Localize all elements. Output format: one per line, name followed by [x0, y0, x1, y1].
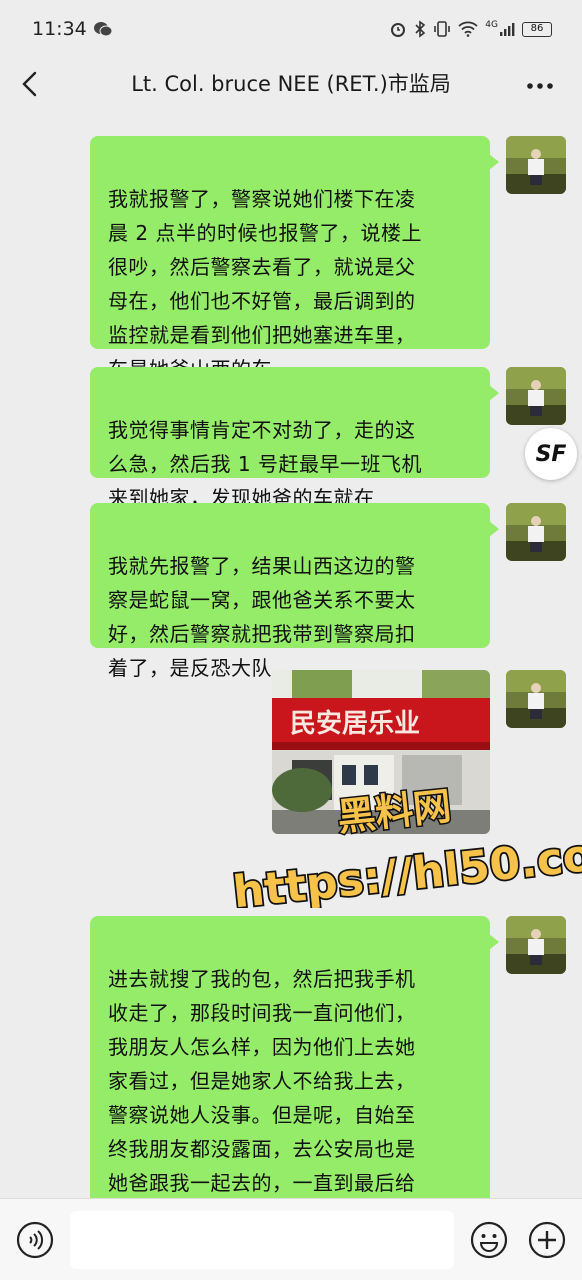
vibrate-icon: [434, 21, 451, 37]
message-bubble[interactable]: 我就先报警了，结果山西这边的警 察是蛇鼠一窝，跟他爸关系不要太 好，然后警察就把…: [90, 503, 499, 680]
emoji-icon[interactable]: [470, 1221, 508, 1259]
chat-header: Lt. Col. bruce NEE (RET.)市监局: [0, 58, 582, 110]
building-sign-text: 民安居乐业: [290, 709, 420, 739]
message-bubble[interactable]: 我就报警了，警察说她们楼下在凌 晨 2 点半的时候也报警了，说楼上 很吵，然后警…: [90, 136, 499, 381]
status-time: 11:34: [32, 18, 87, 40]
bluetooth-icon: [415, 20, 426, 38]
wechat-icon: [93, 22, 113, 37]
sf-label: SF: [535, 441, 567, 467]
message-text: 我觉得事情肯定不对劲了，走的这 么急，然后我 1 号赶最早一班飞机 来到她家，发…: [108, 418, 422, 510]
avatar[interactable]: [506, 503, 566, 561]
status-bar: 11:34 4G 86: [0, 0, 582, 58]
chat-title: Lt. Col. bruce NEE (RET.)市监局: [131, 72, 451, 96]
message-text: 进去就搜了我的包，然后把我手机 收走了，那段时间我一直问他们， 我朋友人怎么样，…: [108, 967, 416, 1195]
avatar[interactable]: [506, 367, 566, 425]
more-options-icon[interactable]: [526, 82, 554, 90]
message-bubble[interactable]: 进去就搜了我的包，然后把我手机 收走了，那段时间我一直问他们， 我朋友人怎么样，…: [90, 916, 499, 1198]
voice-input-icon[interactable]: [16, 1221, 54, 1259]
add-attachment-icon[interactable]: [528, 1221, 566, 1259]
network-type-label: 4G: [485, 20, 498, 30]
battery-level: 86: [530, 22, 544, 34]
message-bubble[interactable]: 我觉得事情肯定不对劲了，走的这 么急，然后我 1 号赶最早一班飞机 来到她家，发…: [90, 367, 499, 510]
avatar[interactable]: [506, 916, 566, 974]
message-input[interactable]: [70, 1211, 454, 1269]
message-list[interactable]: 我就报警了，警察说她们楼下在凌 晨 2 点半的时候也报警了，说楼上 很吵，然后警…: [0, 112, 582, 1198]
battery-icon: 86: [522, 21, 552, 37]
avatar[interactable]: [506, 670, 566, 728]
signal-icon: [500, 23, 515, 36]
message-text: 我就先报警了，结果山西这边的警 察是蛇鼠一窝，跟他爸关系不要太 好，然后警察就把…: [108, 554, 416, 680]
message-text: 我就报警了，警察说她们楼下在凌 晨 2 点半的时候也报警了，说楼上 很吵，然后警…: [108, 187, 422, 381]
sf-express-floating-icon[interactable]: SF: [525, 428, 577, 480]
chat-input-bar: [0, 1198, 582, 1280]
alarm-icon: [391, 23, 406, 37]
back-arrow-icon[interactable]: [18, 70, 44, 98]
wifi-icon: [458, 21, 478, 37]
avatar[interactable]: [506, 136, 566, 194]
image-message[interactable]: 民安居乐业: [272, 670, 490, 834]
